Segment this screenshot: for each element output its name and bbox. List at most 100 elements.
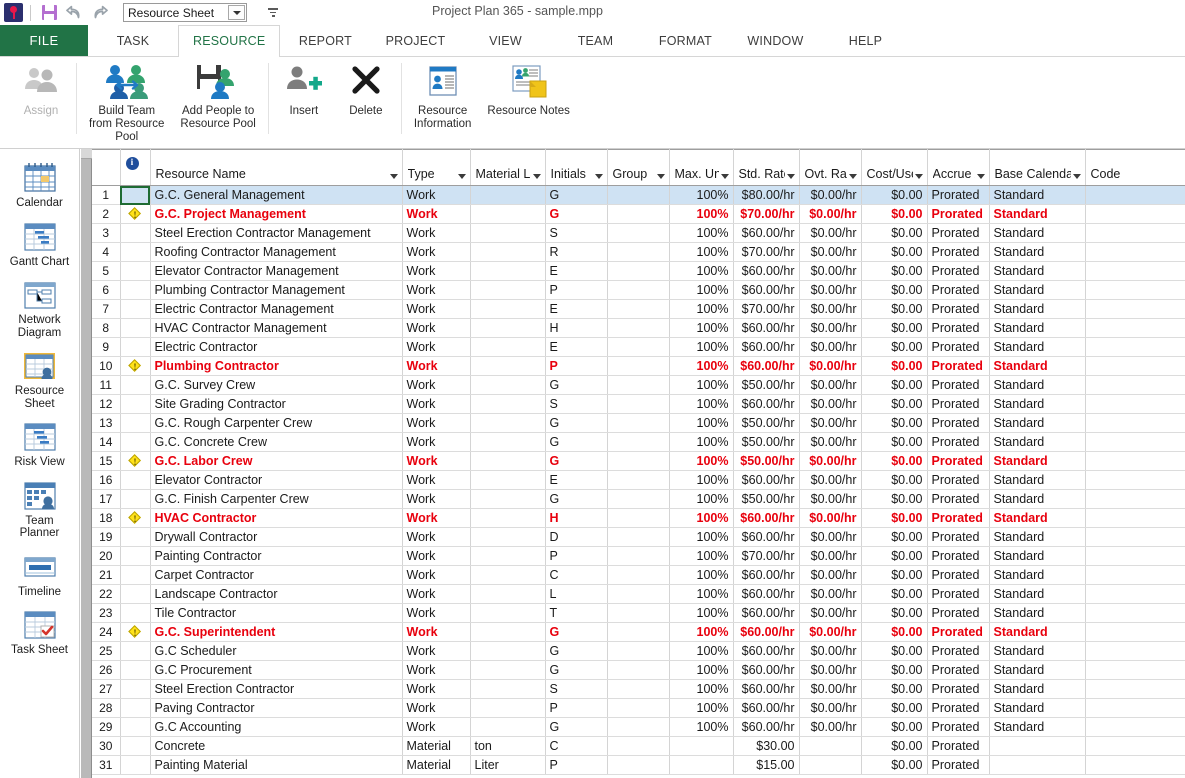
cell-std-rate[interactable]: $60.00/hr — [733, 509, 799, 528]
cell-accrue-at[interactable]: Prorated — [927, 186, 989, 205]
cell-type[interactable]: Work — [402, 205, 470, 224]
cell-accrue-at[interactable]: Prorated — [927, 395, 989, 414]
cell-resource-name[interactable]: G.C. Superintendent — [150, 623, 402, 642]
cell-initials[interactable]: C — [545, 737, 607, 756]
cell-cost-per-use[interactable]: $0.00 — [861, 471, 927, 490]
cell-indicator[interactable] — [120, 376, 150, 395]
table-row[interactable]: 25G.C SchedulerWorkG100%$60.00/hr$0.00/h… — [92, 642, 1185, 661]
table-row[interactable]: 18!HVAC ContractorWorkH100%$60.00/hr$0.0… — [92, 509, 1185, 528]
cell-code[interactable] — [1085, 566, 1185, 585]
cell-ovt-rate[interactable]: $0.00/hr — [799, 395, 861, 414]
cell-cost-per-use[interactable]: $0.00 — [861, 433, 927, 452]
cell-std-rate[interactable]: $50.00/hr — [733, 490, 799, 509]
cell-initials[interactable]: P — [545, 699, 607, 718]
table-row[interactable]: 29G.C AccountingWorkG100%$60.00/hr$0.00/… — [92, 718, 1185, 737]
cell-material-label[interactable] — [470, 205, 545, 224]
cell-resource-name[interactable]: Plumbing Contractor Management — [150, 281, 402, 300]
cell-group[interactable] — [607, 433, 669, 452]
cell-accrue-at[interactable]: Prorated — [927, 623, 989, 642]
cell-code[interactable] — [1085, 319, 1185, 338]
cell-accrue-at[interactable]: Prorated — [927, 357, 989, 376]
build-team-button[interactable]: Build Team from Resource Pool — [81, 57, 172, 144]
table-row[interactable]: 4Roofing Contractor ManagementWorkR100%$… — [92, 243, 1185, 262]
cell-base-calendar[interactable]: Standard — [989, 547, 1085, 566]
cell-type[interactable]: Work — [402, 319, 470, 338]
cell-std-rate[interactable]: $60.00/hr — [733, 224, 799, 243]
insert-button[interactable]: Insert — [273, 57, 335, 118]
row-number[interactable]: 31 — [92, 756, 120, 775]
row-number[interactable]: 4 — [92, 243, 120, 262]
cell-resource-name[interactable]: Roofing Contractor Management — [150, 243, 402, 262]
table-row[interactable]: 27Steel Erection ContractorWorkS100%$60.… — [92, 680, 1185, 699]
cell-type[interactable]: Work — [402, 281, 470, 300]
cell-std-rate[interactable]: $60.00/hr — [733, 262, 799, 281]
row-number[interactable]: 29 — [92, 718, 120, 737]
cell-ovt-rate[interactable] — [799, 737, 861, 756]
cell-accrue-at[interactable]: Prorated — [927, 756, 989, 775]
cell-max-units[interactable]: 100% — [669, 186, 733, 205]
cell-group[interactable] — [607, 585, 669, 604]
cell-ovt-rate[interactable]: $0.00/hr — [799, 186, 861, 205]
cell-ovt-rate[interactable]: $0.00/hr — [799, 338, 861, 357]
cell-group[interactable] — [607, 737, 669, 756]
cell-resource-name[interactable]: G.C. Finish Carpenter Crew — [150, 490, 402, 509]
filter-arrow-icon[interactable] — [458, 174, 466, 179]
cell-base-calendar[interactable]: Standard — [989, 661, 1085, 680]
cell-group[interactable] — [607, 319, 669, 338]
tab-file[interactable]: FILE — [0, 25, 88, 56]
table-row[interactable]: 9Electric ContractorWorkE100%$60.00/hr$0… — [92, 338, 1185, 357]
cell-initials[interactable]: G — [545, 433, 607, 452]
cell-type[interactable]: Work — [402, 680, 470, 699]
row-number[interactable]: 2 — [92, 205, 120, 224]
cell-ovt-rate[interactable]: $0.00/hr — [799, 262, 861, 281]
cell-code[interactable] — [1085, 699, 1185, 718]
cell-type[interactable]: Work — [402, 528, 470, 547]
cell-accrue-at[interactable]: Prorated — [927, 262, 989, 281]
cell-std-rate[interactable]: $30.00 — [733, 737, 799, 756]
cell-material-label[interactable] — [470, 376, 545, 395]
cell-std-rate[interactable]: $70.00/hr — [733, 243, 799, 262]
cell-material-label[interactable] — [470, 509, 545, 528]
cell-group[interactable] — [607, 186, 669, 205]
cell-indicator[interactable]: ! — [120, 205, 150, 224]
cell-base-calendar[interactable]: Standard — [989, 680, 1085, 699]
cell-initials[interactable]: E — [545, 300, 607, 319]
cell-cost-per-use[interactable]: $0.00 — [861, 623, 927, 642]
cell-max-units[interactable]: 100% — [669, 661, 733, 680]
filter-arrow-icon[interactable] — [977, 174, 985, 179]
row-number[interactable]: 13 — [92, 414, 120, 433]
cell-type[interactable]: Material — [402, 756, 470, 775]
cell-max-units[interactable]: 100% — [669, 547, 733, 566]
cell-base-calendar[interactable]: Standard — [989, 623, 1085, 642]
cell-group[interactable] — [607, 452, 669, 471]
cell-type[interactable]: Work — [402, 433, 470, 452]
cell-initials[interactable]: G — [545, 414, 607, 433]
sidebar-item-network-diagram[interactable]: Network Diagram — [0, 274, 80, 345]
cell-initials[interactable]: T — [545, 604, 607, 623]
sidebar-item-calendar[interactable]: Calendar — [0, 157, 80, 216]
cell-ovt-rate[interactable]: $0.00/hr — [799, 452, 861, 471]
overallocation-warning-icon[interactable]: ! — [129, 455, 142, 468]
overallocation-warning-icon[interactable]: ! — [129, 626, 142, 639]
cell-resource-name[interactable]: Elevator Contractor — [150, 471, 402, 490]
table-row[interactable]: 15!G.C. Labor CrewWorkG100%$50.00/hr$0.0… — [92, 452, 1185, 471]
tab-format[interactable]: FORMAT — [640, 25, 730, 56]
view-selector[interactable]: Resource Sheet — [123, 3, 247, 22]
cell-material-label[interactable] — [470, 300, 545, 319]
cell-material-label[interactable] — [470, 585, 545, 604]
row-number[interactable]: 27 — [92, 680, 120, 699]
cell-std-rate[interactable]: $15.00 — [733, 756, 799, 775]
cell-type[interactable]: Work — [402, 376, 470, 395]
cell-cost-per-use[interactable]: $0.00 — [861, 414, 927, 433]
cell-indicator[interactable] — [120, 737, 150, 756]
cell-max-units[interactable] — [669, 737, 733, 756]
cell-material-label[interactable] — [470, 661, 545, 680]
cell-material-label[interactable] — [470, 718, 545, 737]
cell-type[interactable]: Work — [402, 490, 470, 509]
cell-indicator[interactable] — [120, 566, 150, 585]
cell-cost-per-use[interactable]: $0.00 — [861, 300, 927, 319]
cell-initials[interactable]: H — [545, 509, 607, 528]
cell-material-label[interactable]: ton — [470, 737, 545, 756]
cell-max-units[interactable]: 100% — [669, 509, 733, 528]
delete-button[interactable]: Delete — [335, 57, 397, 118]
